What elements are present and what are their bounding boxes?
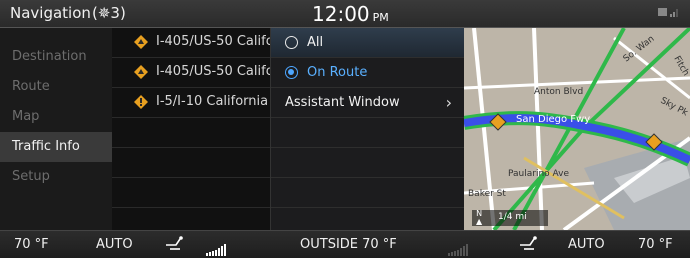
temp-right[interactable]: 70 °F: [638, 237, 673, 252]
airflow-left-icon[interactable]: [164, 235, 186, 255]
outside-temp: OUTSIDE 70 °F: [300, 237, 397, 252]
traffic-list: I-405/US-50 California I-405/US-50 Calif…: [112, 28, 270, 230]
assistant-window-item[interactable]: Assistant Window ›: [271, 88, 464, 118]
option-all-label: All: [307, 35, 324, 50]
street-label: Anton Blvd: [534, 87, 583, 97]
list-item[interactable]: I-405/US-50 California: [112, 28, 270, 58]
popup-empty-row: [271, 148, 464, 178]
map-scale: N ▲ 1/4 mi: [472, 210, 548, 226]
signal-status-icon: [658, 6, 680, 21]
popup-empty-row: [271, 178, 464, 208]
radio-all[interactable]: [285, 36, 298, 49]
option-all[interactable]: All: [271, 28, 464, 58]
radio-on-route[interactable]: [285, 66, 298, 79]
clock: 12:00 PM: [312, 2, 389, 26]
list-item-label: I-405/US-50 California: [156, 34, 270, 49]
climate-bar: 70 °F AUTO OUTSIDE 70 °F AUTO 70 °F: [0, 230, 690, 258]
menu-item-destination[interactable]: Destination: [0, 42, 112, 72]
nav-count-indicator: (✵3): [92, 4, 126, 22]
menu-item-map[interactable]: Map: [0, 102, 112, 132]
mode-left[interactable]: AUTO: [96, 237, 133, 252]
traffic-caution-icon: [134, 95, 148, 109]
mode-right[interactable]: AUTO: [568, 237, 605, 252]
list-item-empty: [112, 118, 270, 148]
option-on-route[interactable]: On Route: [271, 58, 464, 88]
traffic-warning-icon: [134, 65, 148, 79]
street-label: Baker St: [468, 189, 506, 199]
assistant-window-label: Assistant Window: [285, 95, 400, 110]
temp-left[interactable]: 70 °F: [14, 237, 49, 252]
airflow-right-icon[interactable]: [518, 235, 540, 255]
street-label: San Diego Fwy: [516, 114, 590, 125]
north-indicator-icon: N ▲: [476, 209, 483, 226]
side-menu: Destination Route Map Traffic Info Setup: [0, 28, 112, 230]
list-item[interactable]: I-405/US-50 California: [112, 58, 270, 88]
menu-item-traffic-info[interactable]: Traffic Info: [0, 132, 112, 162]
clock-suffix: PM: [372, 11, 389, 24]
page-title: Navigation: [10, 4, 91, 22]
north-label: N: [476, 209, 483, 218]
scale-distance: 1/4 mi: [498, 212, 527, 222]
clock-time: 12:00: [312, 2, 370, 26]
map-canvas: Anton Blvd San Diego Fwy Paularino Ave B…: [464, 28, 690, 230]
menu-item-route[interactable]: Route: [0, 72, 112, 102]
popup-empty-row: [271, 118, 464, 148]
map-view[interactable]: Anton Blvd San Diego Fwy Paularino Ave B…: [464, 28, 690, 230]
fan-speed-left-icon[interactable]: [206, 241, 234, 256]
traffic-filter-popup: All On Route Assistant Window ›: [270, 28, 464, 230]
list-item-label: I-405/US-50 California: [156, 64, 270, 79]
list-item-empty: [112, 148, 270, 178]
fan-speed-right-icon[interactable]: [448, 241, 476, 256]
list-item[interactable]: I-5/I-10 California: [112, 88, 270, 118]
list-item-empty: [112, 178, 270, 208]
option-on-route-label: On Route: [307, 65, 368, 80]
traffic-warning-icon: [134, 35, 148, 49]
chevron-right-icon: ›: [445, 93, 452, 112]
list-item-label: I-5/I-10 California: [156, 94, 269, 109]
street-label: Paularino Ave: [508, 169, 569, 179]
status-bar: Navigation (✵3) 12:00 PM: [0, 0, 690, 28]
menu-item-setup[interactable]: Setup: [0, 162, 112, 192]
